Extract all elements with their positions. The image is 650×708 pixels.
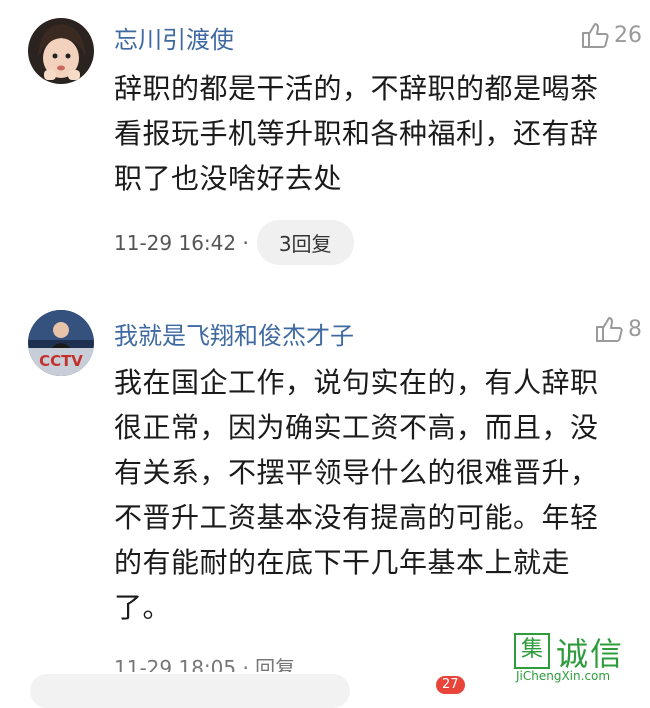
svg-text:CCTV: CCTV: [39, 352, 83, 370]
watermark-url: JiChengXin.com: [516, 669, 611, 683]
child-photo-avatar: [28, 18, 94, 84]
username[interactable]: 忘川引渡使: [114, 20, 234, 55]
like-count: 8: [628, 316, 642, 342]
comment-line: 我在国企工作，说句实在的，有人辞职: [114, 366, 599, 399]
comment-line: 不晋升工资基本没有提高的可能。年轻: [114, 501, 599, 534]
comment-line: 有关系，不摆平领导什么的很难晋升，: [114, 456, 599, 489]
watermark-logo: 集 诚信 JiChengXin.com: [514, 633, 640, 683]
like-button[interactable]: 26: [580, 20, 642, 50]
cctv-news-avatar: CCTV: [28, 310, 94, 376]
comment-line: 辞职的都是干活的，不辞职的都是喝茶: [114, 72, 599, 105]
thumbs-up-icon: [580, 20, 610, 50]
thumbs-up-icon: [594, 314, 624, 344]
timestamp: 11-29 16:42 ·: [114, 230, 249, 255]
avatar[interactable]: CCTV: [28, 310, 94, 376]
comment-line: 职了也没啥好去处: [114, 162, 343, 195]
comment-text: 辞职的都是干活的，不辞职的都是喝茶 看报玩手机等升职和各种福利，还有辞 职了也没…: [114, 66, 634, 201]
comment-line: 看报玩手机等升职和各种福利，还有辞: [114, 117, 599, 150]
comment-line: 了。: [114, 591, 172, 624]
comment-meta: 11-29 16:42 · 3回复: [114, 220, 354, 265]
comment-input[interactable]: [30, 674, 350, 708]
comment-text: 我在国企工作，说句实在的，有人辞职 很正常，因为确实工资不高，而且，没 有关系，…: [114, 360, 634, 630]
comment-count-badge: 27: [436, 676, 465, 694]
like-count: 26: [614, 22, 642, 48]
reply-button[interactable]: 3回复: [256, 220, 354, 265]
comment-line: 的有能耐的在底下干几年基本上就走: [114, 546, 571, 579]
like-button[interactable]: 8: [594, 314, 642, 344]
username[interactable]: 我就是飞翔和俊杰才子: [114, 316, 354, 351]
comment-line: 很正常，因为确实工资不高，而且，没: [114, 411, 599, 444]
watermark-box: 集: [514, 633, 550, 669]
avatar[interactable]: [28, 18, 94, 84]
